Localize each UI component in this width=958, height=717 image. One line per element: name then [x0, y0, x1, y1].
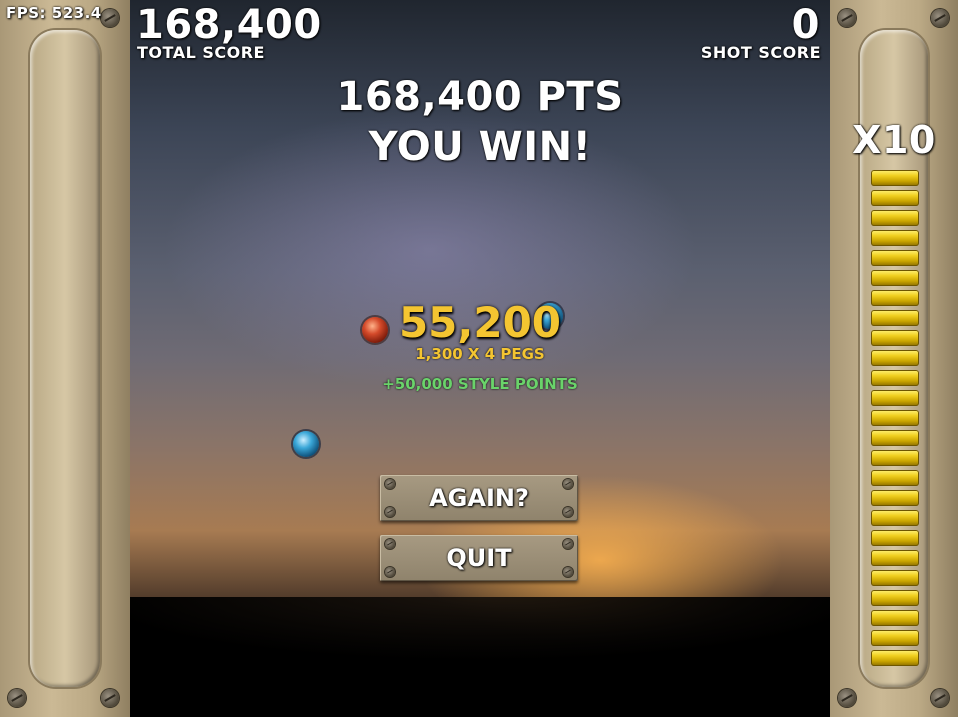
meter-segment [871, 270, 919, 286]
again-button[interactable]: AGAIN? [380, 475, 578, 521]
ground-silhouette [130, 597, 830, 717]
total-score-value: 168,400 [136, 2, 322, 48]
quit-button-label: QUIT [446, 544, 512, 572]
meter-segment [871, 570, 919, 586]
shot-points: 55,200 [398, 298, 562, 347]
screw-icon [931, 689, 949, 707]
meter-segment [871, 350, 919, 366]
meter-segment [871, 650, 919, 666]
meter-segment [871, 550, 919, 566]
meter-segment [871, 190, 919, 206]
win-message: YOU WIN! [368, 124, 592, 170]
fps-counter: FPS: 523.4 [6, 4, 102, 22]
shot-score-value: 0 [791, 2, 820, 48]
meter-segment [871, 510, 919, 526]
meter-segment [871, 470, 919, 486]
meter-segment [871, 370, 919, 386]
peg-icon [293, 431, 319, 457]
again-button-label: AGAIN? [429, 484, 529, 512]
meter-segment [871, 250, 919, 266]
meter-segment [871, 210, 919, 226]
meter-segment [871, 410, 919, 426]
left-rail [0, 0, 130, 717]
meter-segment [871, 310, 919, 326]
final-points: 168,400 PTS [336, 74, 624, 120]
meter-segment [871, 430, 919, 446]
screw-icon [8, 689, 26, 707]
meter-segment [871, 630, 919, 646]
screw-icon [101, 9, 119, 27]
meter-segment [871, 530, 919, 546]
multiplier-meter [871, 170, 919, 670]
meter-segment [871, 610, 919, 626]
screw-icon [838, 689, 856, 707]
meter-segment [871, 170, 919, 186]
shot-score-label: SHOT SCORE [700, 43, 821, 62]
style-points: +50,000 STYLE POINTS [382, 375, 578, 393]
meter-segment [871, 450, 919, 466]
meter-segment [871, 330, 919, 346]
screw-icon [838, 9, 856, 27]
meter-segment [871, 490, 919, 506]
screw-icon [101, 689, 119, 707]
quit-button[interactable]: QUIT [380, 535, 578, 581]
total-score-label: TOTAL SCORE [137, 43, 265, 62]
score-multiplier: X10 [852, 118, 936, 162]
meter-segment [871, 590, 919, 606]
meter-segment [871, 230, 919, 246]
screw-icon [931, 9, 949, 27]
meter-segment [871, 290, 919, 306]
left-rail-groove [30, 30, 100, 687]
meter-segment [871, 390, 919, 406]
shot-points-detail: 1,300 X 4 PEGS [415, 345, 545, 363]
